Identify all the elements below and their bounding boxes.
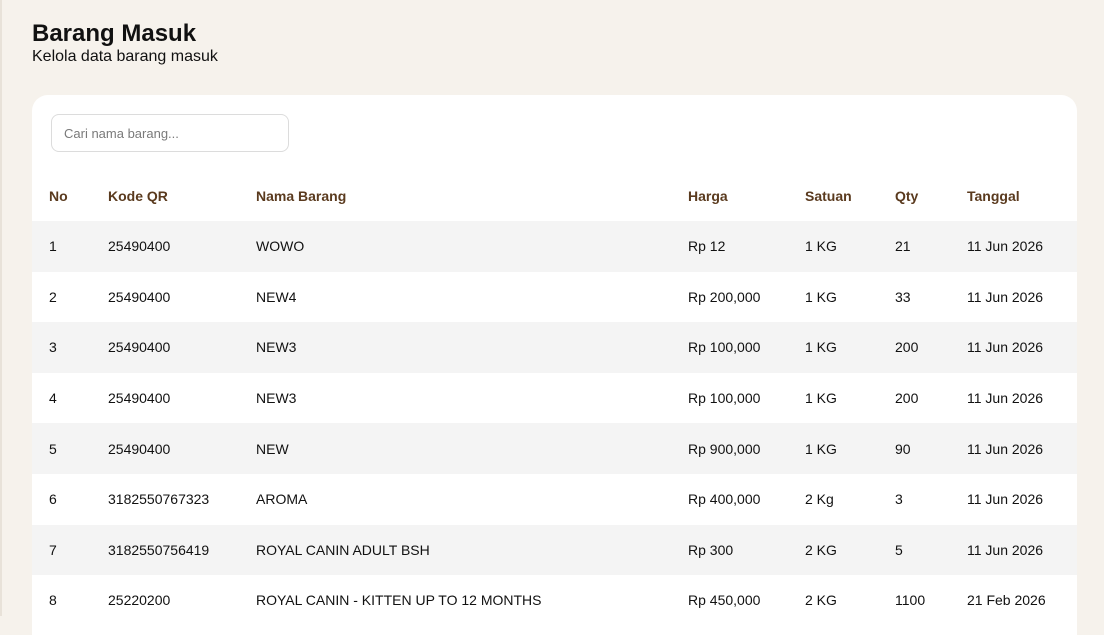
- cell-kode-qr: 25490400: [108, 372, 256, 424]
- column-header-kode-qr[interactable]: Kode QR: [108, 171, 256, 221]
- table-row[interactable]: 3 25490400 NEW3 Rp 100,000 1 KG 200 11 J…: [32, 322, 1077, 373]
- cell-nama-barang: NEW3: [256, 322, 688, 373]
- cell-tanggal: 11 Jun 2026: [967, 322, 1077, 373]
- page-title: Barang Masuk: [32, 20, 197, 47]
- cell-kode-qr: 3182550756419: [108, 524, 256, 576]
- cell-no: 8: [32, 575, 108, 626]
- table-row[interactable]: 2 25490400 NEW4 Rp 200,000 1 KG 33 11 Ju…: [32, 271, 1077, 323]
- cell-harga: Rp 100,000: [688, 322, 805, 373]
- column-header-no[interactable]: No: [32, 171, 108, 221]
- cell-harga: Rp 300: [688, 524, 805, 576]
- page-header: Barang Masuk Kelola data barang masuk: [32, 20, 218, 66]
- cell-kode-qr: 25490400: [108, 423, 256, 474]
- cell-harga: Rp 100,000: [688, 372, 805, 424]
- cell-harga: Rp 12: [688, 221, 805, 272]
- cell-nama-barang: NEW4: [256, 271, 688, 323]
- column-header-satuan[interactable]: Satuan: [805, 171, 895, 221]
- cell-harga: Rp 200,000: [688, 271, 805, 323]
- cell-nama-barang: NEW3: [256, 372, 688, 424]
- cell-no: 5: [32, 423, 108, 474]
- cell-kode-qr: 25490400: [108, 322, 256, 373]
- cell-satuan: 2 KG: [805, 575, 895, 626]
- cell-no: 1: [32, 221, 108, 272]
- cell-tanggal: 11 Jun 2026: [967, 271, 1077, 323]
- cell-qty: 33: [895, 271, 967, 323]
- cell-tanggal: 11 Jun 2026: [967, 524, 1077, 576]
- data-card: No Kode QR Nama Barang Harga Satuan Qty …: [32, 95, 1077, 635]
- cell-qty: 3: [895, 473, 967, 525]
- cell-harga: Rp 400,000: [688, 473, 805, 525]
- cell-kode-qr: 25490400: [108, 221, 256, 272]
- cell-qty: 200: [895, 322, 967, 373]
- table-row[interactable]: 8 25220200 ROYAL CANIN - KITTEN UP TO 12…: [32, 575, 1077, 626]
- cell-kode-qr: 25220200: [108, 575, 256, 626]
- cell-satuan: 1 KG: [805, 271, 895, 323]
- cell-tanggal: 21 Feb 2026: [967, 575, 1077, 626]
- cell-harga: Rp 450,000: [688, 575, 805, 626]
- table-header-row: No Kode QR Nama Barang Harga Satuan Qty …: [32, 171, 1077, 221]
- cell-tanggal: 11 Jun 2026: [967, 473, 1077, 525]
- table-row[interactable]: 1 25490400 WOWO Rp 12 1 KG 21 11 Jun 202…: [32, 221, 1077, 272]
- cell-satuan: 2 Kg: [805, 473, 895, 525]
- page-left-border: [0, 0, 2, 616]
- cell-harga: Rp 900,000: [688, 423, 805, 474]
- cell-tanggal: 11 Jun 2026: [967, 423, 1077, 474]
- cell-satuan: 1 KG: [805, 221, 895, 272]
- cell-nama-barang: ROYAL CANIN - KITTEN UP TO 12 MONTHS: [256, 575, 688, 626]
- column-header-tanggal[interactable]: Tanggal: [967, 171, 1077, 221]
- cell-kode-qr: 3182550767323: [108, 473, 256, 525]
- cell-no: 3: [32, 322, 108, 373]
- page-subtitle: Kelola data barang masuk: [32, 48, 218, 65]
- table-row[interactable]: 7 3182550756419 ROYAL CANIN ADULT BSH Rp…: [32, 524, 1077, 576]
- cell-tanggal: 11 Jun 2026: [967, 221, 1077, 272]
- cell-qty: 21: [895, 221, 967, 272]
- column-header-nama-barang[interactable]: Nama Barang: [256, 171, 688, 221]
- table-row[interactable]: 4 25490400 NEW3 Rp 100,000 1 KG 200 11 J…: [32, 372, 1077, 424]
- incoming-goods-table: No Kode QR Nama Barang Harga Satuan Qty …: [32, 171, 1077, 626]
- cell-kode-qr: 25490400: [108, 271, 256, 323]
- cell-nama-barang: NEW: [256, 423, 688, 474]
- cell-qty: 90: [895, 423, 967, 474]
- column-header-qty[interactable]: Qty: [895, 171, 967, 221]
- cell-qty: 1100: [895, 575, 967, 626]
- cell-satuan: 1 KG: [805, 423, 895, 474]
- cell-no: 2: [32, 271, 108, 323]
- cell-no: 7: [32, 524, 108, 576]
- search-input[interactable]: [51, 114, 289, 152]
- table-row[interactable]: 6 3182550767323 AROMA Rp 400,000 2 Kg 3 …: [32, 473, 1077, 525]
- cell-satuan: 2 KG: [805, 524, 895, 576]
- cell-tanggal: 11 Jun 2026: [967, 372, 1077, 424]
- cell-satuan: 1 KG: [805, 322, 895, 373]
- cell-nama-barang: AROMA: [256, 473, 688, 525]
- cell-qty: 200: [895, 372, 967, 424]
- cell-nama-barang: ROYAL CANIN ADULT BSH: [256, 524, 688, 576]
- cell-satuan: 1 KG: [805, 372, 895, 424]
- cell-nama-barang: WOWO: [256, 221, 688, 272]
- cell-no: 4: [32, 372, 108, 424]
- cell-qty: 5: [895, 524, 967, 576]
- table-row[interactable]: 5 25490400 NEW Rp 900,000 1 KG 90 11 Jun…: [32, 423, 1077, 474]
- column-header-harga[interactable]: Harga: [688, 171, 805, 221]
- cell-no: 6: [32, 473, 108, 525]
